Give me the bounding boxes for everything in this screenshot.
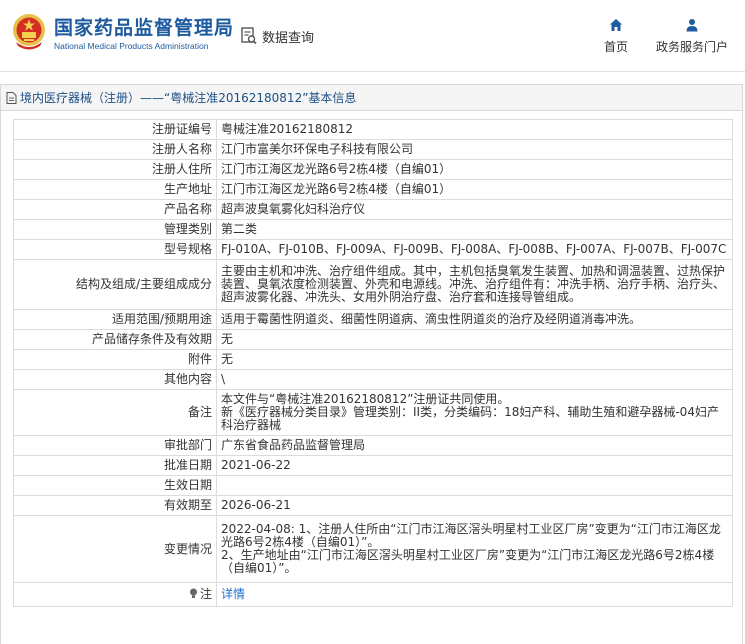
nav-home-label: 首页: [604, 40, 629, 54]
field-label: 适用范围/预期用途: [13, 309, 217, 330]
home-icon: [610, 19, 622, 31]
field-label: 产品名称: [13, 199, 217, 220]
data-query-link[interactable]: 数据查询: [241, 25, 314, 47]
field-value: FJ-010A、FJ-010B、FJ-009A、FJ-009B、FJ-008A、…: [216, 239, 733, 260]
nav-service-label: 政务服务门户: [656, 40, 729, 54]
field-label: 管理类别: [13, 219, 217, 240]
table-row: 结构及组成/主要组成成分 主要由主机和冲洗、治疗组件组成。其中，主机包括臭氧发生装…: [13, 259, 733, 310]
nav-home[interactable]: 首页: [604, 18, 628, 55]
table-row: 有效期至 2026-06-21: [13, 495, 733, 516]
table-row: 注册人名称 江门市富美尔环保电子科技有限公司: [13, 139, 733, 160]
brand-name-cn[interactable]: 国家药品监督管理局: [54, 13, 234, 40]
note-value: 详情: [216, 582, 733, 607]
details-link[interactable]: 详情: [221, 587, 245, 601]
nav-service-portal[interactable]: 政务服务门户: [656, 18, 728, 55]
field-value: \: [216, 369, 733, 390]
field-value: 粤械注准20162180812: [216, 119, 733, 140]
document-icon: [6, 91, 17, 104]
table-row: 产品储存条件及有效期无: [13, 329, 733, 350]
document-search-icon: [241, 27, 257, 45]
brand-name-en[interactable]: National Medical Products Administration: [54, 41, 209, 51]
field-value: 主要由主机和冲洗、治疗组件组成。其中，主机包括臭氧发生装置、加热和调温装置、过热…: [216, 259, 733, 310]
field-value: 超声波臭氧雾化妇科治疗仪: [216, 199, 733, 220]
lightbulb-icon: [189, 588, 197, 598]
data-query-label: 数据查询: [262, 30, 315, 46]
user-icon: [686, 19, 698, 32]
field-label: 附件: [13, 349, 217, 370]
field-value: 2021-06-22: [216, 455, 733, 476]
field-value: 适用于霉菌性阴道炎、细菌性阴道病、滴虫性阴道炎的治疗及经阴道消毒冲洗。: [216, 309, 733, 330]
field-label: 型号规格: [13, 239, 217, 260]
table-row: 注册证编号 粤械注准20162180812: [13, 119, 733, 140]
field-value: 江门市富美尔环保电子科技有限公司: [216, 139, 733, 160]
field-label: 其他内容: [13, 369, 217, 390]
table-row: 批准日期 2021-06-22: [13, 455, 733, 476]
info-table: 注册证编号 粤械注准20162180812 注册人名称 江门市富美尔环保电子科技有限公…: [13, 119, 733, 607]
table-row: 产品名称 超声波臭氧雾化妇科治疗仪: [13, 199, 733, 220]
table-row: 附件无: [13, 349, 733, 370]
field-value: 江门市江海区龙光路6号2栋4楼（自编01）: [216, 179, 733, 200]
note-label-text: 注: [199, 587, 212, 601]
table-row: 型号规格 FJ-010A、FJ-010B、FJ-009A、FJ-009B、FJ-0…: [13, 239, 733, 260]
field-label: 生产地址: [13, 179, 217, 200]
table-row: 管理类别 第二类: [13, 219, 733, 240]
field-label: 批准日期: [13, 455, 217, 476]
field-label: 备注: [13, 389, 217, 436]
table-row: 变更情况 2022-04-08: 1、注册人住所由“江门市江海区滘头明星村工业区厂…: [13, 515, 733, 583]
field-value: 第二类: [216, 219, 733, 240]
note-label: 注: [13, 582, 217, 607]
table-row: 备注 本文件与“粤械注准20162180812”注册证共同使用。 新《医疗器械分类…: [13, 389, 733, 436]
table-row: 适用范围/预期用途 适用于霉菌性阴道炎、细菌性阴道病、滴虫性阴道炎的治疗及经阴道消…: [13, 309, 733, 330]
table-row: 生产地址 江门市江海区龙光路6号2栋4楼（自编01）: [13, 179, 733, 200]
field-label: 审批部门: [13, 435, 217, 456]
table-row: 其他内容 \: [13, 369, 733, 390]
table-row: 注册人住所 江门市江海区龙光路6号2栋4楼（自编01）: [13, 159, 733, 180]
field-label: 产品储存条件及有效期: [13, 329, 217, 350]
field-value: 无: [216, 329, 733, 350]
field-value: 江门市江海区龙光路6号2栋4楼（自编01）: [216, 159, 733, 180]
note-row: 注详情: [13, 582, 733, 607]
field-value: 2026-06-21: [216, 495, 733, 516]
table-row: 审批部门 广东省食品药品监督管理局: [13, 435, 733, 456]
field-label: 变更情况: [13, 515, 217, 583]
field-value: 无: [216, 349, 733, 370]
table-row: 生效日期: [13, 475, 733, 496]
field-value: 广东省食品药品监督管理局: [216, 435, 733, 456]
field-value: 2022-04-08: 1、注册人住所由“江门市江海区滘头明星村工业区厂房”变更…: [216, 515, 733, 583]
field-label: 结构及组成/主要组成成分: [13, 259, 217, 310]
field-value: 本文件与“粤械注准20162180812”注册证共同使用。 新《医疗器械分类目录…: [216, 389, 733, 436]
national-emblem-icon: [13, 14, 45, 50]
field-label: 注册人名称: [13, 139, 217, 160]
field-label: 生效日期: [13, 475, 217, 496]
field-label: 注册人住所: [13, 159, 217, 180]
field-value: [216, 475, 733, 496]
panel-title: 境内医疗器械（注册）——“粤械注准20162180812”基本信息: [1, 85, 742, 111]
site-header: 国家药品监督管理局 National Medical Products Admi…: [0, 0, 745, 72]
panel-title-text: 境内医疗器械（注册）——“粤械注准20162180812”基本信息: [20, 91, 357, 105]
field-label: 有效期至: [13, 495, 217, 516]
info-panel: 境内医疗器械（注册）——“粤械注准20162180812”基本信息 注册证编号粤…: [0, 84, 743, 644]
field-label: 注册证编号: [13, 119, 217, 140]
